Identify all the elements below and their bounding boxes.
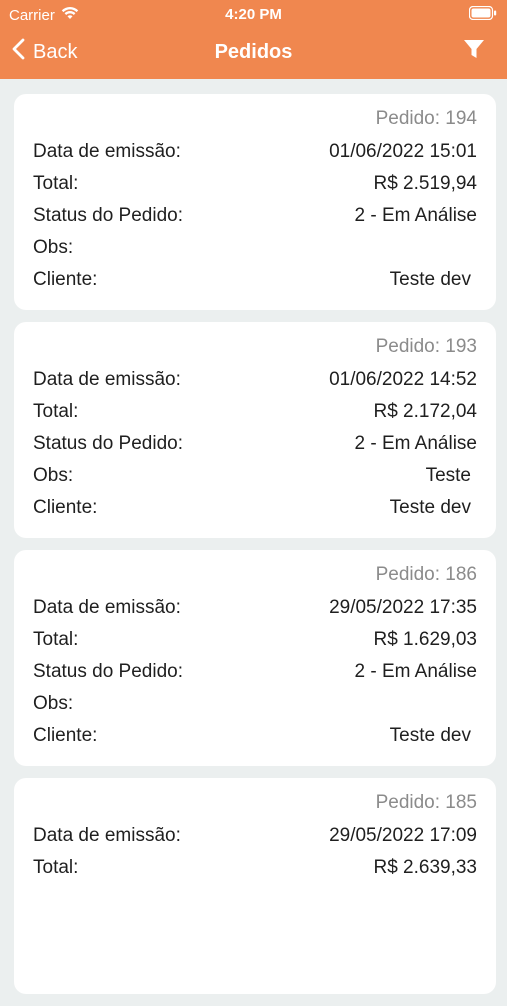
label-total: Total:: [33, 173, 79, 194]
value-data-emissao: 29/05/2022 17:09: [329, 825, 477, 846]
label-cliente: Cliente:: [33, 497, 98, 518]
page-title: Pedidos: [214, 41, 293, 63]
value-data-emissao: 29/05/2022 17:35: [329, 597, 477, 618]
value-data-emissao: 01/06/2022 14:52: [329, 369, 477, 390]
label-status: Status do Pedido:: [33, 433, 183, 454]
row-status: Status do Pedido: 2 - Em Análise: [33, 658, 477, 686]
order-card[interactable]: Pedido: 185 Data de emissão: 29/05/2022 …: [14, 778, 496, 994]
row-status: Status do Pedido: 2 - Em Análise: [33, 430, 477, 458]
label-data-emissao: Data de emissão:: [33, 597, 181, 618]
row-data-emissao: Data de emissão: 29/05/2022 17:35: [33, 594, 477, 622]
value-cliente: Teste dev: [389, 725, 471, 746]
value-data-emissao: 01/06/2022 15:01: [329, 141, 477, 162]
value-cliente: Teste dev: [389, 269, 471, 290]
row-total: Total: R$ 2.519,94: [33, 170, 477, 198]
order-number: Pedido: 194: [375, 108, 477, 129]
value-status: 2 - Em Análise: [354, 661, 478, 682]
order-card[interactable]: Pedido: 186 Data de emissão: 29/05/2022 …: [14, 550, 496, 766]
label-total: Total:: [33, 401, 79, 422]
label-cliente: Cliente:: [33, 269, 98, 290]
status-bar: Carrier 4:20 PM: [0, 0, 507, 28]
row-total: Total: R$ 1.629,03: [33, 626, 477, 654]
row-cliente: Cliente: Teste dev: [33, 494, 477, 522]
order-number: Pedido: 186: [375, 564, 477, 585]
label-data-emissao: Data de emissão:: [33, 141, 181, 162]
label-status: Status do Pedido:: [33, 205, 183, 226]
order-number: Pedido: 185: [375, 792, 477, 813]
label-data-emissao: Data de emissão:: [33, 369, 181, 390]
order-card[interactable]: Pedido: 194 Data de emissão: 01/06/2022 …: [14, 94, 496, 310]
row-obs: Obs: Teste: [33, 462, 477, 490]
label-obs: Obs:: [33, 237, 74, 258]
label-cliente: Cliente:: [33, 725, 98, 746]
label-total: Total:: [33, 629, 79, 650]
label-obs: Obs:: [33, 465, 74, 486]
value-total: R$ 2.639,33: [373, 857, 477, 878]
value-obs: Teste: [425, 465, 471, 486]
order-card[interactable]: Pedido: 193 Data de emissão: 01/06/2022 …: [14, 322, 496, 538]
label-data-emissao: Data de emissão:: [33, 825, 181, 846]
value-status: 2 - Em Análise: [354, 433, 478, 454]
value-total: R$ 2.519,94: [373, 173, 477, 194]
row-data-emissao: Data de emissão: 01/06/2022 15:01: [33, 138, 477, 166]
navigation-bar: Back Pedidos: [0, 28, 507, 79]
row-data-emissao: Data de emissão: 01/06/2022 14:52: [33, 366, 477, 394]
row-total: Total: R$ 2.172,04: [33, 398, 477, 426]
orders-list: Pedido: 194 Data de emissão: 01/06/2022 …: [14, 94, 496, 1006]
value-cliente: Teste dev: [389, 497, 471, 518]
filter-icon: [463, 40, 485, 64]
label-total: Total:: [33, 857, 79, 878]
label-obs: Obs:: [33, 693, 74, 714]
status-time: 4:20 PM: [225, 6, 282, 23]
value-status: 2 - Em Análise: [354, 205, 478, 226]
row-obs: Obs:: [33, 234, 477, 262]
row-status: Status do Pedido: 2 - Em Análise: [33, 202, 477, 230]
label-status: Status do Pedido:: [33, 661, 183, 682]
value-total: R$ 1.629,03: [373, 629, 477, 650]
row-obs: Obs:: [33, 690, 477, 718]
battery-icon: [468, 5, 497, 24]
row-cliente: Cliente: Teste dev: [33, 722, 477, 750]
value-total: R$ 2.172,04: [373, 401, 477, 422]
filter-button[interactable]: [463, 38, 485, 65]
row-total: Total: R$ 2.639,33: [33, 854, 477, 882]
row-data-emissao: Data de emissão: 29/05/2022 17:09: [33, 822, 477, 850]
top-bar: Carrier 4:20 PM Back Pedidos: [0, 0, 507, 79]
order-number: Pedido: 193: [375, 336, 477, 357]
row-cliente: Cliente: Teste dev: [33, 266, 477, 294]
